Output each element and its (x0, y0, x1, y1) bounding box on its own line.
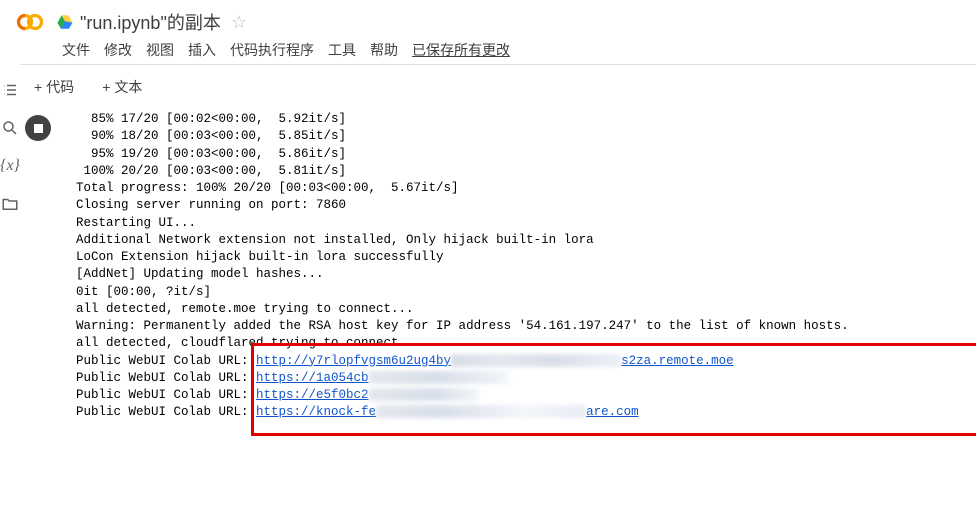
redacted-content (369, 388, 479, 401)
stop-execution-icon[interactable] (25, 115, 51, 141)
horizontal-scrollbar[interactable] (76, 426, 976, 442)
redacted-content (376, 405, 586, 418)
redacted-content (369, 371, 509, 384)
save-status[interactable]: 已保存所有更改 (412, 40, 510, 60)
variables-icon[interactable]: {x} (0, 156, 20, 176)
output-link[interactable]: http://y7rlopfvgsm6u2ug4by (256, 354, 451, 368)
menu-file[interactable]: 文件 (62, 40, 90, 60)
drive-icon (56, 13, 74, 31)
add-text-button[interactable]: + 文本 (96, 73, 148, 101)
output-link[interactable]: https://1a054cb (256, 371, 369, 385)
star-icon[interactable]: ☆ (231, 12, 247, 33)
cell-toolbar: + 代码 + 文本 (20, 65, 976, 109)
colab-logo-icon[interactable] (14, 6, 46, 38)
redacted-content (451, 354, 621, 367)
menu-runtime[interactable]: 代码执行程序 (230, 40, 314, 60)
left-rail: {x} (0, 64, 20, 442)
output-link[interactable]: s2za.remote.moe (621, 354, 734, 368)
output-link[interactable]: https://e5f0bc2 (256, 388, 369, 402)
notebook-title[interactable]: "run.ipynb"的副本 (80, 9, 221, 35)
menu-edit[interactable]: 修改 (104, 40, 132, 60)
search-icon[interactable] (0, 118, 20, 138)
menu-insert[interactable]: 插入 (188, 40, 216, 60)
files-icon[interactable] (0, 194, 20, 214)
output-link[interactable]: https://knock-fe (256, 405, 376, 419)
menu-view[interactable]: 视图 (146, 40, 174, 60)
cell-output: 85% 17/20 [00:02<00:00, 5.92it/s] 90% 18… (76, 109, 976, 426)
code-cell: 85% 17/20 [00:02<00:00, 5.92it/s] 90% 18… (20, 109, 976, 442)
output-link[interactable]: are.com (586, 405, 639, 419)
toc-icon[interactable] (0, 80, 20, 100)
menu-help[interactable]: 帮助 (370, 40, 398, 60)
add-code-button[interactable]: + 代码 (28, 73, 80, 101)
menu-tools[interactable]: 工具 (328, 40, 356, 60)
menu-bar: 文件 修改 视图 插入 代码执行程序 工具 帮助 已保存所有更改 (0, 40, 976, 60)
